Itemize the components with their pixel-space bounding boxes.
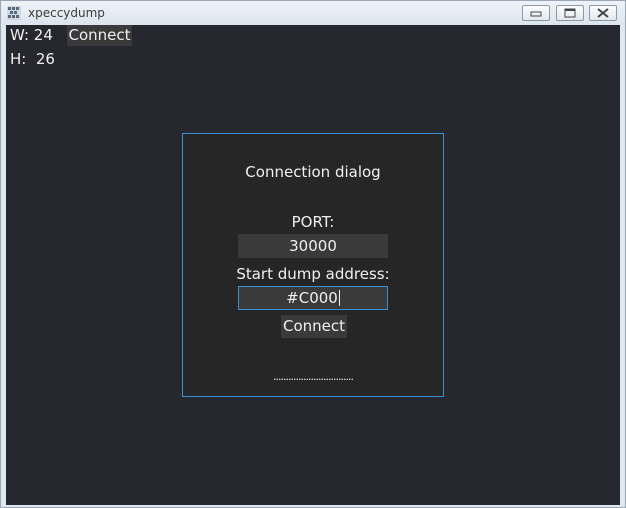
text-caret xyxy=(338,290,340,306)
app-window: xpeccydump W: 24 H: 26 Connect Connectio… xyxy=(0,0,626,508)
dialog-title: Connection dialog xyxy=(245,163,381,181)
maximize-icon xyxy=(564,8,576,18)
main-canvas: W: 24 H: 26 Connect Connection dialog PO… xyxy=(6,25,620,505)
app-icon xyxy=(7,6,21,20)
minimize-button[interactable] xyxy=(522,5,550,21)
maximize-button[interactable] xyxy=(556,5,584,21)
close-button[interactable] xyxy=(589,5,617,21)
minimize-icon xyxy=(530,11,542,17)
window-title: xpeccydump xyxy=(28,6,105,20)
address-input-value: #C000 xyxy=(286,289,338,307)
title-bar[interactable]: xpeccydump xyxy=(1,1,625,25)
address-input[interactable]: #C000 xyxy=(238,286,388,310)
status-text: ................................ xyxy=(273,370,354,383)
port-label: PORT: xyxy=(291,213,335,231)
width-label: W: 24 xyxy=(10,26,53,44)
address-label: Start dump address: xyxy=(236,265,390,283)
toolbar-connect-button[interactable]: Connect xyxy=(67,25,132,46)
dialog-connect-button[interactable]: Connect xyxy=(281,315,347,338)
connection-dialog: Connection dialog PORT: 30000 Start dump… xyxy=(182,133,444,397)
port-input[interactable]: 30000 xyxy=(238,234,388,258)
height-label: H: 26 xyxy=(10,50,55,68)
close-icon xyxy=(597,8,609,18)
